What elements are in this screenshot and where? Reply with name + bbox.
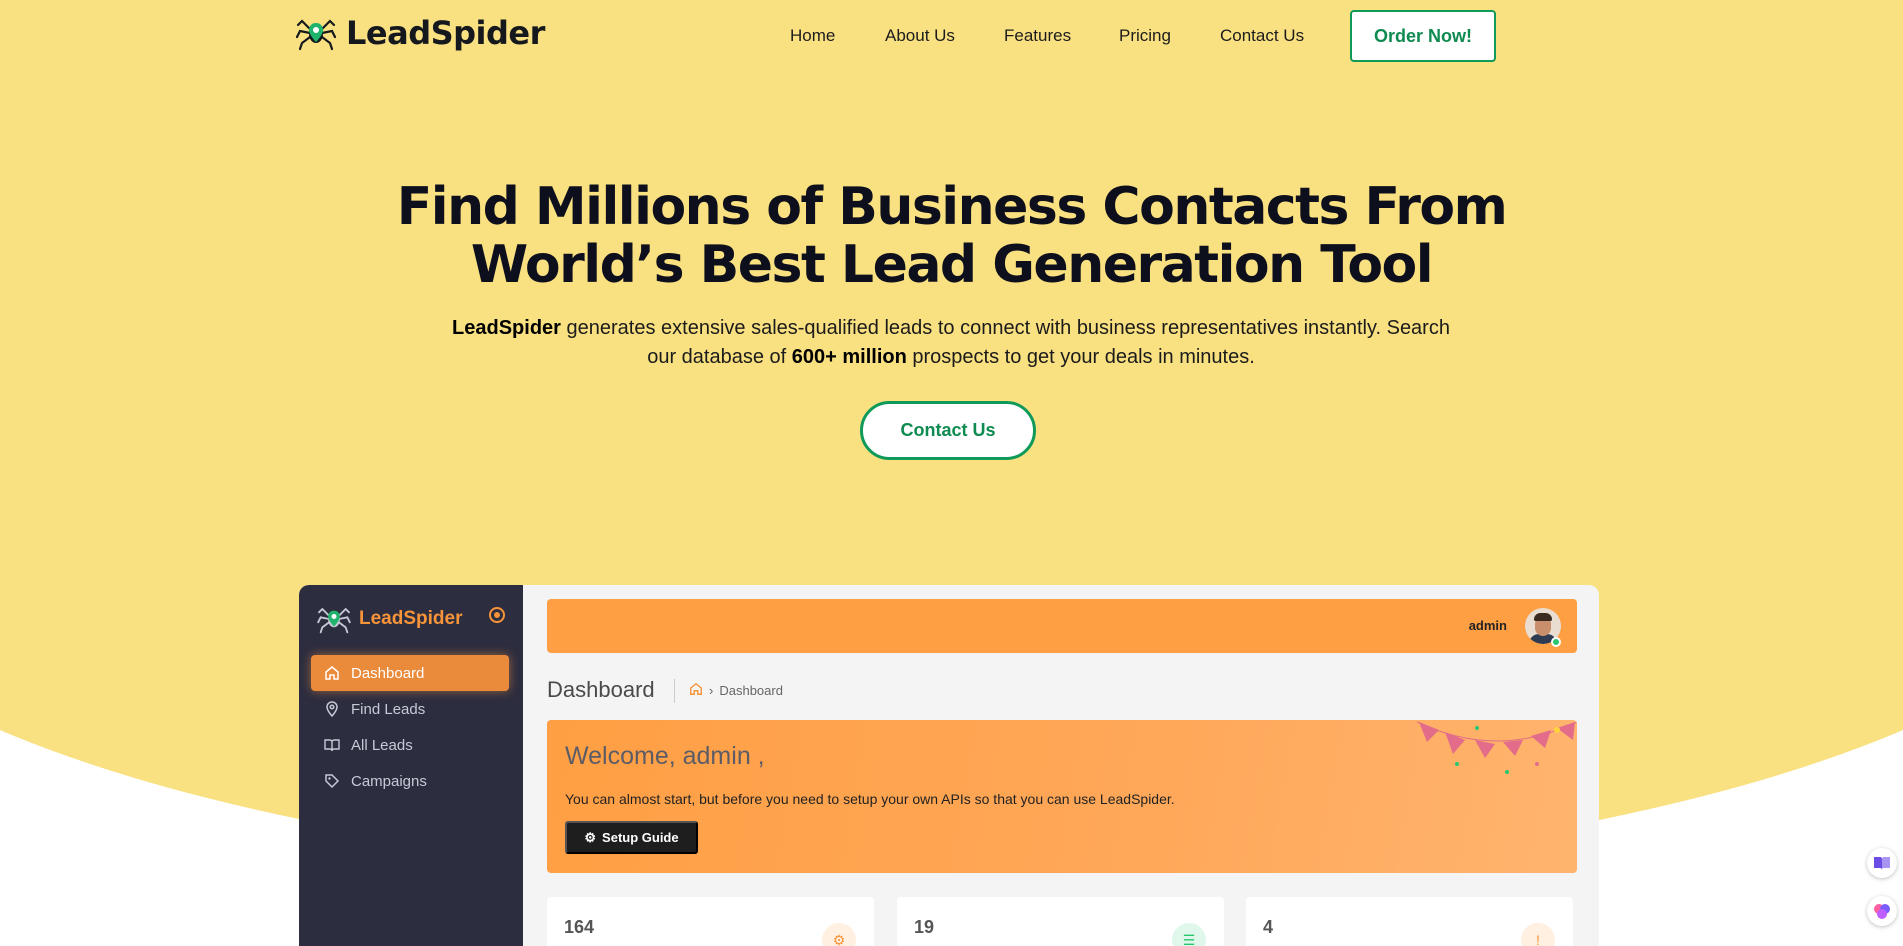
sidebar-item-dashboard[interactable]: Dashboard [311,655,509,691]
spider-logo-icon [317,607,351,634]
stat-value: 4 [1263,917,1274,937]
sidebar-toggle-icon[interactable] [489,607,505,623]
home-icon [323,664,341,682]
order-now-button[interactable]: Order Now! [1350,10,1496,62]
nav-pricing-link[interactable]: Pricing [1119,26,1171,46]
home-icon[interactable] [689,682,703,699]
dashboard-brand-name: LeadSpider [359,608,463,629]
map-pin-icon [323,700,341,718]
gear-icon: ⚙ [584,829,597,845]
hero-sub-text2: prospects to get your deals in minutes. [906,346,1255,368]
hero-title-line1: Find Millions of Business Contacts From [396,177,1508,237]
book-icon [323,736,341,754]
dashboard-sidebar: LeadSpider Dashboard Find Leads All Lead… [299,585,523,946]
hero-title: Find Millions of Business Contacts From … [0,178,1903,294]
online-status-dot [1551,637,1561,647]
reader-widget-icon[interactable] [1867,848,1897,878]
sidebar-item-label: Campaigns [351,772,427,790]
stat-card: 4 ! [1246,897,1573,946]
user-name[interactable]: admin [1469,618,1507,633]
welcome-title: Welcome, admin , [565,742,765,770]
nav-features-link[interactable]: Features [1004,26,1071,46]
stat-card: 19 ☰ [897,897,1224,946]
top-nav: LeadSpider Home About Us Features Pricin… [0,0,1903,72]
sidebar-item-all-leads[interactable]: All Leads [311,727,509,763]
alert-icon: ! [1521,923,1555,946]
page-title: Dashboard [547,677,655,702]
hero-contact-button[interactable]: Contact Us [860,401,1036,460]
sidebar-item-find-leads[interactable]: Find Leads [311,691,509,727]
dashboard-topbar: admin [547,599,1577,653]
brand-logo[interactable]: LeadSpider [296,14,545,52]
welcome-text: You can almost start, but before you nee… [565,791,1175,807]
welcome-card: Welcome, admin , You can almost start, b… [547,720,1577,873]
dashboard-brand: LeadSpider [317,604,462,634]
hero-sub-count: 600+ million [791,346,907,368]
breadcrumb: › Dashboard [689,682,783,699]
landing-page: LeadSpider Home About Us Features Pricin… [0,0,1903,946]
stat-value: 164 [564,917,595,937]
chevron-right-icon: › [709,683,714,698]
bunting-decoration-icon [1417,721,1577,774]
hero-sub-brand: LeadSpider [452,317,561,339]
sidebar-item-label: All Leads [351,736,413,754]
dashboard-preview: LeadSpider Dashboard Find Leads All Lead… [299,585,1599,946]
stat-value: 19 [914,917,935,937]
cpu-icon: ⚙ [822,923,856,946]
server-icon: ☰ [1172,923,1206,946]
setup-guide-label: Setup Guide [602,830,679,845]
brand-name: LeadSpider [346,14,545,52]
ai-brain-widget-icon[interactable] [1867,896,1897,926]
stat-card: 164 ⚙ [547,897,874,946]
nav-home-link[interactable]: Home [790,26,835,46]
breadcrumb-current: Dashboard [719,683,783,698]
nav-contact-link[interactable]: Contact Us [1220,26,1304,46]
sidebar-item-label: Find Leads [351,700,426,718]
tag-icon [323,772,341,790]
title-divider [674,679,675,703]
spider-logo-icon [296,19,336,51]
setup-guide-button[interactable]: ⚙ Setup Guide [565,821,698,854]
sidebar-item-label: Dashboard [351,664,425,682]
hero-title-line2: World’s Best Lead Generation Tool [470,235,1434,295]
nav-about-link[interactable]: About Us [885,26,955,46]
hero-subtitle: LeadSpider generates extensive sales-qua… [451,314,1451,372]
sidebar-item-campaigns[interactable]: Campaigns [311,763,509,799]
